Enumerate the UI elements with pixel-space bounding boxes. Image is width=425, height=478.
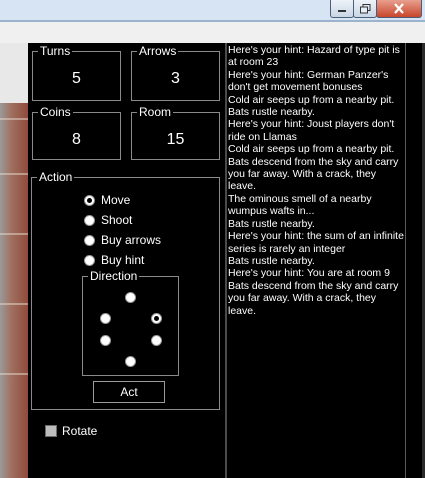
minimize-button[interactable] (330, 0, 354, 18)
message-log-text: Here's your hint: Hazard of type pit is … (228, 44, 404, 317)
3d-viewport[interactable] (0, 43, 28, 478)
checkbox-box (45, 425, 57, 437)
restore-icon (359, 3, 370, 13)
direction-radio-5[interactable] (125, 356, 136, 367)
act-button[interactable]: Act (93, 381, 165, 403)
arrows-box: Arrows 3 (131, 44, 220, 101)
turns-value: 5 (72, 70, 81, 87)
direction-radio-0[interactable] (125, 292, 136, 303)
log-line: Bats descend from the sky and carry you … (228, 155, 399, 193)
menu-bar (0, 22, 425, 44)
action-buy-hint-radio[interactable]: Buy hint (84, 252, 144, 268)
log-line: Here's your hint: Joust players don't ri… (228, 118, 395, 143)
log-line: Cold air seeps up from a nearby pit. (228, 93, 395, 106)
log-line: Here's your hint: You are at room 9 (228, 267, 390, 280)
turns-label: Turns (38, 44, 73, 58)
action-option-label: Buy arrows (101, 233, 162, 247)
direction-radio-4[interactable] (151, 335, 162, 346)
log-line: Bats descend from the sky and carry you … (228, 279, 399, 317)
log-line: The ominous smell of a nearby wumpus waf… (228, 192, 372, 218)
window-titlebar (0, 0, 425, 22)
radio-circle (84, 254, 95, 266)
viewport-brick-line (0, 233, 28, 235)
action-buy-arrows-radio[interactable]: Buy arrows (84, 232, 161, 248)
log-line: Bats rustle nearby. (228, 217, 315, 230)
action-move-radio[interactable]: Move (84, 192, 130, 208)
minimize-icon (338, 9, 346, 12)
direction-radio-3[interactable] (100, 335, 111, 346)
action-shoot-radio[interactable]: Shoot (84, 212, 132, 228)
action-group: Action Move Shoot Buy arrows Buy hint Di… (31, 170, 220, 410)
log-line: Cold air seeps up from a nearby pit. (228, 143, 395, 156)
direction-radio-1[interactable] (100, 313, 111, 324)
room-label: Room (137, 105, 174, 119)
direction-radio-2[interactable] (151, 313, 162, 324)
close-button[interactable] (376, 0, 422, 18)
direction-group: Direction (82, 269, 179, 376)
radio-circle (84, 194, 95, 206)
log-line: Here's your hint: Hazard of type pit is … (228, 44, 400, 69)
radio-circle (84, 234, 95, 246)
action-option-label: Buy hint (101, 253, 145, 267)
log-line: Bats rustle nearby. (228, 106, 315, 119)
close-icon (394, 3, 404, 14)
arrows-label: Arrows (137, 44, 179, 58)
log-line: Here's your hint: the sum of an infinite… (228, 230, 404, 255)
action-option-label: Move (101, 193, 131, 207)
turns-box: Turns 5 (32, 44, 121, 101)
room-box: Room 15 (131, 105, 220, 160)
arrows-value: 3 (171, 70, 180, 87)
message-log[interactable]: Here's your hint: Hazard of type pit is … (227, 43, 405, 478)
coins-label: Coins (38, 105, 73, 119)
room-value: 15 (166, 131, 185, 148)
coins-box: Coins 8 (32, 105, 121, 160)
action-option-label: Shoot (101, 213, 133, 227)
log-line: Bats rustle nearby. (228, 254, 315, 267)
maximize-button[interactable] (353, 0, 377, 18)
rotate-label: Rotate (62, 424, 98, 438)
rotate-checkbox[interactable]: Rotate (45, 424, 97, 438)
viewport-brick-line (0, 173, 28, 175)
action-label: Action (37, 170, 75, 184)
message-log-scrollbar[interactable] (405, 43, 423, 478)
viewport-sky (0, 43, 28, 103)
radio-circle (84, 214, 95, 226)
viewport-brick-line (0, 118, 28, 120)
log-line: Here's your hint: German Panzer's don't … (228, 68, 389, 94)
coins-value: 8 (72, 131, 81, 148)
viewport-brick-line (0, 303, 28, 305)
direction-label: Direction (88, 269, 140, 283)
viewport-brick-line (0, 373, 28, 375)
control-panel: Turns 5 Arrows 3 Coins 8 Room 15 Action … (28, 43, 225, 478)
